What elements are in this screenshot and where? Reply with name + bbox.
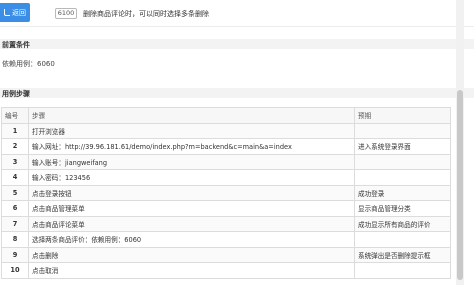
step-number: 10 — [1, 262, 29, 279]
column-header-step: 步骤 — [28, 107, 355, 124]
step-text: 打开浏览器 — [28, 122, 355, 139]
step-number: 7 — [1, 215, 29, 232]
step-text: 输入账号：jiangweifang — [28, 153, 355, 170]
top-bar: 返回 6100 删除商品评论时，可以同时选择多条删除 — [0, 0, 474, 27]
case-title: 删除商品评论时，可以同时选择多条删除 — [83, 10, 209, 18]
steps-table-header: 编号 步骤 预期 — [1, 107, 451, 124]
step-expected — [354, 153, 451, 170]
step-text: 点击删除 — [28, 246, 355, 263]
back-arrow-icon — [4, 9, 10, 16]
back-button-label: 返回 — [12, 8, 26, 17]
table-row: 5 点击登录按钮 成功登录 — [1, 184, 451, 201]
back-button[interactable]: 返回 — [0, 3, 30, 22]
steps-section-bar — [0, 88, 474, 98]
table-row: 7 点击商品评论菜单 成功显示所有商品的评价 — [1, 215, 451, 232]
step-expected: 系统弹出是否删除提示框 — [354, 246, 451, 263]
step-text: 输入网址：http://39.96.181.61/demo/index.php?… — [28, 138, 355, 155]
precondition-section-bar — [0, 39, 474, 49]
step-text: 输入密码：123456 — [28, 169, 355, 186]
table-row: 3 输入账号：jiangweifang — [1, 153, 451, 170]
step-number: 5 — [1, 184, 29, 201]
step-expected — [354, 231, 451, 248]
table-row: 9 点击删除 系统弹出是否删除提示框 — [1, 246, 451, 263]
step-number: 6 — [1, 200, 29, 217]
column-header-number: 编号 — [1, 107, 29, 124]
step-expected: 进入系统登录界面 — [354, 138, 451, 155]
table-row: 2 输入网址：http://39.96.181.61/demo/index.ph… — [1, 138, 451, 155]
vertical-scrollbar[interactable] — [456, 0, 464, 285]
table-row: 1 打开浏览器 — [1, 122, 451, 139]
table-row: 8 选择两条商品评价：依赖用例：6060 — [1, 231, 451, 248]
precondition-title: 前置条件 — [2, 41, 30, 49]
step-number: 9 — [1, 246, 29, 263]
steps-title: 用例步骤 — [2, 90, 30, 98]
table-row: 6 点击商品管理菜单 显示商品管理分类 — [1, 200, 451, 217]
step-number: 2 — [1, 138, 29, 155]
step-number: 3 — [1, 153, 29, 170]
step-text: 点击商品评论菜单 — [28, 215, 355, 232]
case-id-badge: 6100 — [55, 8, 77, 19]
step-number: 4 — [1, 169, 29, 186]
step-text: 点击登录按钮 — [28, 184, 355, 201]
step-expected: 显示商品管理分类 — [354, 200, 451, 217]
precondition-text: 依赖用例：6060 — [2, 60, 55, 68]
step-text: 选择两条商品评价：依赖用例：6060 — [28, 231, 355, 248]
step-number: 8 — [1, 231, 29, 248]
table-row: 10 点击取消 — [1, 262, 451, 279]
column-header-expected: 预期 — [354, 107, 451, 124]
scrollbar-thumb[interactable] — [457, 90, 463, 280]
step-text: 点击取消 — [28, 262, 355, 279]
step-expected — [354, 262, 451, 279]
step-expected — [354, 169, 451, 186]
step-expected: 成功登录 — [354, 184, 451, 201]
step-text: 点击商品管理菜单 — [28, 200, 355, 217]
step-expected: 成功显示所有商品的评价 — [354, 215, 451, 232]
table-row: 4 输入密码：123456 — [1, 169, 451, 186]
steps-table: 编号 步骤 预期 1 打开浏览器 2 输入网址：http://39.96.181… — [1, 107, 451, 279]
step-expected — [354, 122, 451, 139]
step-number: 1 — [1, 122, 29, 139]
